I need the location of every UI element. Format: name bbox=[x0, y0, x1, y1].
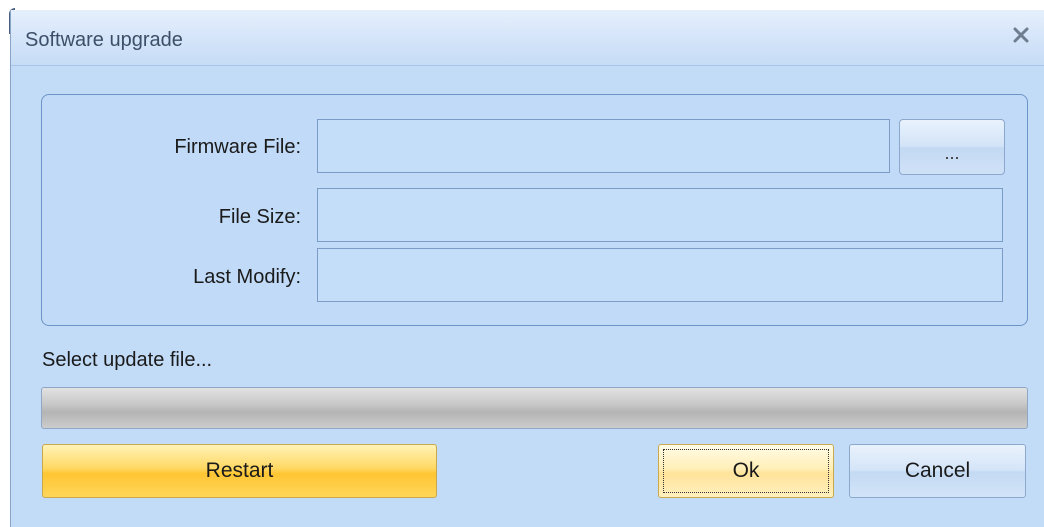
last-modify-label: Last Modify: bbox=[193, 266, 301, 288]
ok-button[interactable]: Ok bbox=[658, 444, 834, 498]
file-size-label: File Size: bbox=[218, 206, 301, 228]
firmware-file-label: Firmware File: bbox=[174, 136, 301, 158]
close-icon bbox=[1013, 27, 1029, 43]
dialog-title: Software upgrade bbox=[25, 29, 183, 51]
close-button[interactable] bbox=[1010, 24, 1032, 46]
title-bar[interactable]: Software upgrade bbox=[11, 10, 1044, 66]
focus-indicator bbox=[663, 449, 829, 493]
file-info-group: Firmware File: ... File Size: Last Modif… bbox=[41, 94, 1028, 326]
cancel-button[interactable]: Cancel bbox=[849, 444, 1026, 498]
upgrade-progress-bar bbox=[41, 387, 1028, 429]
last-modify-field bbox=[317, 248, 1003, 302]
file-size-field bbox=[317, 188, 1003, 242]
browse-button[interactable]: ... bbox=[899, 119, 1005, 175]
restart-button[interactable]: Restart bbox=[42, 444, 437, 498]
firmware-file-field[interactable] bbox=[317, 119, 890, 173]
status-text: Select update file... bbox=[42, 349, 213, 371]
software-upgrade-dialog: Software upgrade Firmware File: ... File… bbox=[10, 10, 1044, 527]
